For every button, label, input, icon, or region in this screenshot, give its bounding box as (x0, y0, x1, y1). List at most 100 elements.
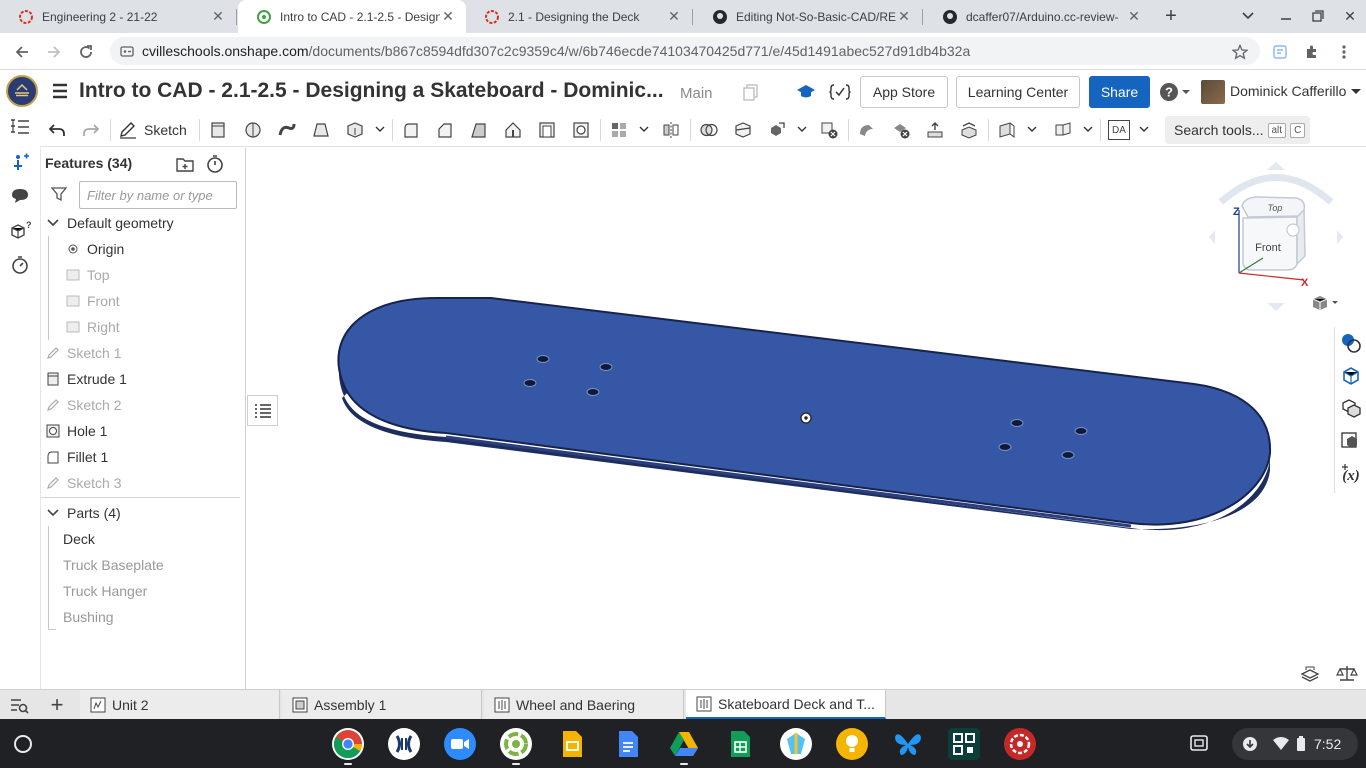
add-folder-icon[interactable] (175, 155, 197, 175)
comments-icon[interactable] (9, 185, 31, 207)
mounting-hole[interactable] (998, 443, 1012, 451)
branch-label[interactable]: Main (680, 85, 713, 102)
forward-arrow-icon[interactable] (42, 40, 66, 64)
redo-icon[interactable] (80, 119, 102, 141)
drive-icon[interactable] (668, 728, 700, 760)
cube-right-face[interactable] (1296, 208, 1306, 266)
default-geometry-folder[interactable]: Default geometry (45, 210, 245, 236)
plane-icon[interactable] (996, 119, 1018, 141)
sheet-metal-icon[interactable] (1052, 119, 1074, 141)
browser-tab-intro-to-cad[interactable]: Intro to CAD - 2.1-2.5 - Designi ✕ (238, 0, 466, 33)
browser-tab-editing-readme[interactable]: Editing Not-So-Basic-CAD/REA ✕ (694, 0, 922, 33)
insert-part-icon[interactable] (9, 151, 31, 173)
chevron-down-icon[interactable] (45, 215, 61, 231)
skateboard-deck-model[interactable] (246, 148, 1366, 689)
sketch-button[interactable]: Sketch (118, 118, 187, 142)
deck-top-face[interactable] (337, 297, 1272, 526)
replace-face-icon[interactable] (958, 119, 980, 141)
delete-face-icon[interactable] (890, 119, 912, 141)
chevron-down-icon[interactable] (1027, 125, 1037, 133)
hole-icon[interactable] (570, 119, 592, 141)
thicken-icon[interactable] (344, 119, 366, 141)
revolve-icon[interactable] (242, 119, 264, 141)
filter-funnel-icon[interactable] (51, 186, 69, 204)
browser-tab-designing-deck[interactable]: 2.1 - Designing the Deck ✕ (466, 0, 692, 33)
named-views-icon[interactable] (1339, 430, 1363, 454)
tab-unit-2[interactable]: Unit 2 (80, 690, 280, 719)
mirror-icon[interactable] (660, 119, 682, 141)
feature-item-sketch-2[interactable]: Sketch 2 (45, 392, 245, 418)
onshape-icon[interactable] (1004, 728, 1036, 760)
chevron-down-icon[interactable] (45, 505, 61, 521)
kami-icon[interactable] (780, 728, 812, 760)
hamburger-menu-icon[interactable] (50, 81, 70, 101)
tab-assembly-1[interactable]: Assembly 1 (282, 690, 482, 719)
part-item-truck-baseplate[interactable]: Truck Baseplate (63, 552, 263, 578)
search-tools-input[interactable]: Search tools... alt C (1165, 116, 1310, 144)
learning-cap-icon[interactable] (795, 81, 817, 103)
close-icon[interactable]: ✕ (440, 8, 456, 25)
parts-info-icon[interactable]: ? (9, 219, 31, 241)
arrow-down-icon[interactable] (1267, 303, 1285, 311)
feature-item-extrude-1[interactable]: Extrude 1 (45, 366, 245, 392)
mounting-hole[interactable] (599, 363, 613, 371)
cube-corner-handle[interactable] (1286, 223, 1300, 237)
feature-item-fillet-1[interactable]: Fillet 1 (45, 444, 245, 470)
delete-part-icon[interactable] (818, 119, 840, 141)
close-icon[interactable]: ✕ (1126, 8, 1142, 25)
mounting-hole[interactable] (1061, 451, 1075, 459)
back-arrow-icon[interactable] (10, 40, 34, 64)
modify-fillet-icon[interactable] (856, 119, 878, 141)
feature-item-hole-1[interactable]: Hole 1 (45, 418, 245, 444)
chevron-down-icon[interactable] (1083, 125, 1093, 133)
mounting-hole[interactable] (586, 388, 600, 396)
undo-icon[interactable] (46, 119, 68, 141)
new-tab-button[interactable]: + (1160, 5, 1182, 27)
more-menu-icon[interactable] (1332, 40, 1356, 64)
feature-item-right-plane[interactable]: Right (65, 314, 265, 340)
school-logo-icon[interactable] (6, 75, 38, 107)
feature-list-icon[interactable] (9, 117, 31, 139)
feature-item-sketch-1[interactable]: Sketch 1 (45, 340, 245, 366)
citrix-icon[interactable] (388, 728, 420, 760)
exploded-view-icon[interactable] (1339, 397, 1363, 421)
tab-wheel-and-baering[interactable]: Wheel and Baering (484, 690, 684, 719)
status-tray[interactable]: 7:52 (1232, 728, 1358, 760)
close-window-icon[interactable]: ✕ (1340, 6, 1360, 26)
docs-icon[interactable] (612, 728, 644, 760)
arrow-right-icon[interactable] (1337, 230, 1343, 244)
rib-icon[interactable] (502, 119, 524, 141)
chamfer-icon[interactable] (434, 119, 456, 141)
arrow-left-icon[interactable] (1209, 230, 1215, 244)
feature-item-top-plane[interactable]: Top (65, 262, 265, 288)
rollback-timer-icon[interactable] (205, 154, 227, 176)
launcher-icon[interactable] (14, 735, 32, 753)
part-item-truck-hanger[interactable]: Truck Hanger (63, 578, 263, 604)
close-icon[interactable]: ✕ (666, 8, 682, 25)
featurescript-icon[interactable] (829, 81, 851, 103)
part-item-bushing[interactable]: Bushing (63, 604, 263, 630)
reader-mode-icon[interactable] (1268, 40, 1292, 64)
part-item-deck[interactable]: Deck (63, 526, 263, 552)
parts-folder[interactable]: Parts (4) (45, 500, 245, 526)
bookmark-star-icon[interactable] (1228, 40, 1252, 64)
add-tab-button[interactable]: + (46, 692, 68, 717)
loft-icon[interactable] (310, 119, 332, 141)
chevron-down-icon[interactable] (1139, 125, 1149, 133)
reload-icon[interactable] (74, 40, 98, 64)
chevron-down-icon[interactable] (375, 125, 385, 133)
site-info-icon[interactable] (120, 44, 134, 58)
graphics-viewport[interactable]: Top Front Z X (246, 148, 1366, 689)
fillet-icon[interactable] (400, 119, 422, 141)
restore-icon[interactable] (1308, 6, 1328, 26)
tab-manager-icon[interactable] (9, 696, 29, 716)
url-omnibox[interactable]: cvilleschools.onshape.com/documents/b867… (110, 37, 1260, 65)
appearance-icon[interactable] (1339, 331, 1363, 355)
feature-item-front-plane[interactable]: Front (65, 288, 265, 314)
qr-icon[interactable] (948, 728, 980, 760)
slides-icon[interactable] (556, 728, 588, 760)
mounting-hole[interactable] (1074, 427, 1088, 435)
section-view-icon[interactable] (1299, 664, 1323, 684)
split-icon[interactable] (732, 119, 754, 141)
user-name[interactable]: Dominick Cafferillo (1230, 83, 1346, 99)
